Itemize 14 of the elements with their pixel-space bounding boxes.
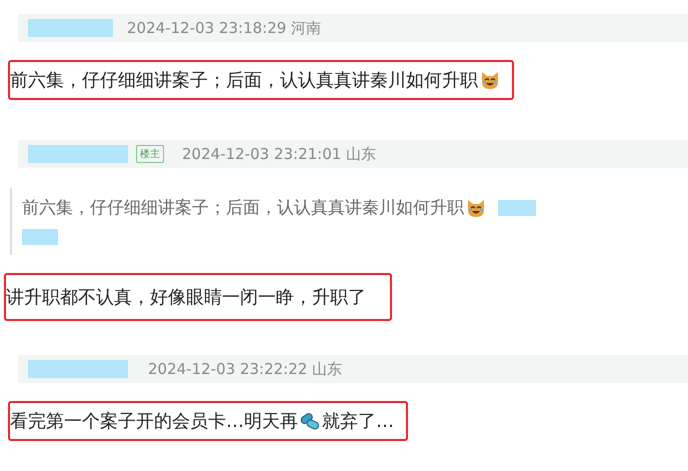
comment-text: 看完第一个案子开的会员卡…明天再 [10,410,298,433]
author-badge: 楼主 [136,145,164,163]
quote-text: 前六集，仔仔细细讲案子；后面，认认真真讲秦川如何升职 [22,197,464,219]
cat-face-icon [466,198,486,218]
comment-time: 2024-12-03 23:18:29 河南 [127,18,322,38]
redaction-mark [498,200,536,216]
comment-time: 2024-12-03 23:21:01 山东 [182,144,376,164]
comment-text: 就弃了… [322,410,394,433]
comment-time: 2024-12-03 23:22:22 山东 [148,360,342,378]
cat-face-icon [480,70,500,90]
redaction-mark [22,229,58,245]
pill-icon [300,411,320,431]
comment-text: 讲升职都不认真，好像眼睛一闭一睁，升职了 [6,286,366,309]
comment-text: 前六集，仔仔细细讲案子；后面，认认真真讲秦川如何升职 [10,69,478,92]
